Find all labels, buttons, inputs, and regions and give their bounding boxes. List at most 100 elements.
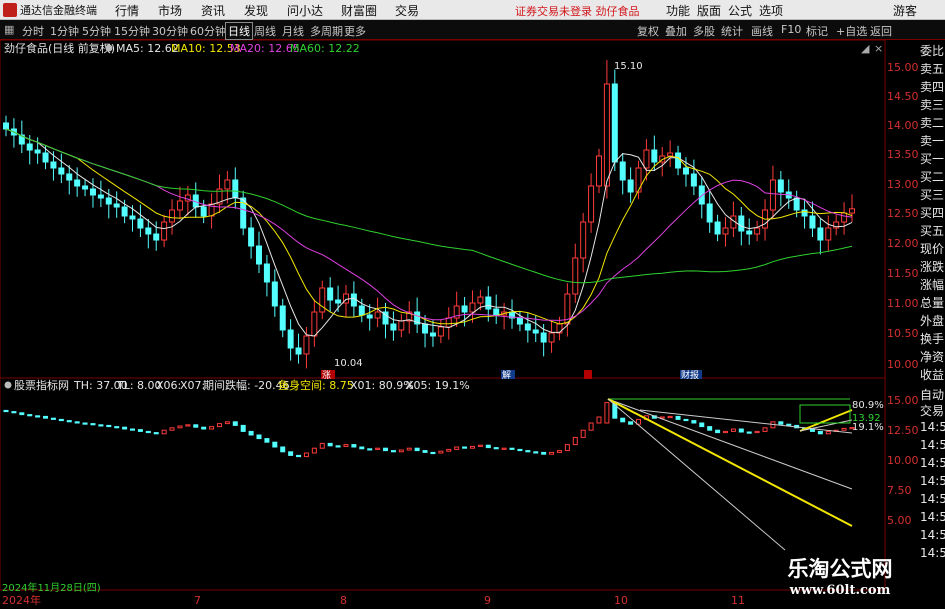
sub-candle [786, 423, 792, 426]
tool-adjust[interactable]: 复权 [637, 23, 659, 39]
candle-body [366, 314, 373, 319]
menu-ask[interactable]: 问小达 [287, 2, 323, 19]
candle-body [469, 302, 476, 313]
candle-body [311, 311, 318, 337]
candle-body [398, 320, 405, 331]
candle-body [232, 179, 239, 199]
menu-quotes[interactable]: 行情 [115, 2, 139, 19]
ma5-label: MA5: 12.62 [116, 42, 179, 55]
candle-body [66, 173, 73, 181]
side-buy4[interactable]: 买四 [920, 204, 945, 222]
grid-icon[interactable]: ▦ [4, 23, 14, 36]
sub-candle [58, 418, 64, 422]
candle-body [793, 197, 800, 211]
collapse-icon[interactable]: ◢ [861, 42, 870, 55]
event-marker-label: 解 [502, 369, 511, 381]
side-pct[interactable]: 涨幅 [920, 276, 945, 294]
sub-candle [715, 429, 721, 434]
side-sell5[interactable]: 卖五 [920, 60, 945, 78]
sub-candle [296, 454, 302, 458]
x-tick: 9 [484, 594, 491, 607]
period-5min[interactable]: 5分钟 [82, 23, 111, 39]
watermark: 乐淘公式网 www.60lt.com [745, 553, 935, 601]
side-auto[interactable]: 自动 [920, 386, 944, 403]
candle-body [556, 323, 563, 334]
sub-candle [19, 412, 25, 416]
side-buy5[interactable]: 买五 [920, 222, 945, 240]
menu-news[interactable]: 资讯 [201, 2, 225, 19]
side-volume[interactable]: 总量 [920, 294, 945, 312]
y-tick: 10.00 [887, 358, 919, 371]
tool-mark[interactable]: 标记 [806, 23, 828, 39]
sub-candle [311, 447, 317, 454]
side-change[interactable]: 涨跌 [920, 258, 945, 276]
side-buy1[interactable]: 买一 [920, 150, 945, 168]
period-tick[interactable]: 分时 [22, 23, 44, 39]
side-earnings[interactable]: 收益 [920, 366, 945, 384]
sub-candle [351, 444, 357, 448]
side-netasset[interactable]: 净资 [920, 348, 945, 366]
period-more[interactable]: 更多 [344, 23, 366, 39]
period-weekly[interactable]: 周线 [254, 23, 276, 39]
settings-dot-icon[interactable] [4, 381, 12, 389]
sub-candle [185, 424, 191, 427]
user-guest[interactable]: 游客 [893, 2, 917, 19]
side-trade[interactable]: 交易 [920, 402, 944, 419]
date-line: 2024年11月28日(四) [2, 581, 101, 594]
tool-stats[interactable]: 统计 [721, 23, 743, 39]
close-icon[interactable]: × [874, 42, 883, 55]
period-15min[interactable]: 15分钟 [114, 23, 150, 39]
settings-dot-icon[interactable] [105, 44, 113, 52]
side-outer[interactable]: 外盘 [920, 312, 945, 330]
menu-market[interactable]: 市场 [158, 2, 182, 19]
menu-layout[interactable]: 版面 [697, 2, 721, 19]
kline-chart[interactable]: 劲仔食品(日线 前复权) MA5: 12.62 MA10: 12.53 MA20… [0, 40, 945, 609]
side-buy3[interactable]: 买三 [920, 186, 945, 204]
menu-options[interactable]: 选项 [759, 2, 783, 19]
menu-formula[interactable]: 公式 [728, 2, 752, 19]
tool-overlay[interactable]: 叠加 [665, 23, 687, 39]
candle-body [667, 152, 674, 157]
side-sell4[interactable]: 卖四 [920, 78, 945, 96]
sub-candle [216, 423, 222, 428]
side-weibi[interactable]: 委比 [920, 42, 945, 60]
side-sell2[interactable]: 卖二 [920, 114, 945, 132]
period-30min[interactable]: 30分钟 [152, 23, 188, 39]
side-price[interactable]: 现价 [920, 240, 945, 258]
sub-candle [383, 447, 389, 452]
tool-back[interactable]: 返回 [870, 23, 892, 39]
menu-function[interactable]: 功能 [666, 2, 690, 19]
side-sell3[interactable]: 卖三 [920, 96, 945, 114]
side-buy2[interactable]: 买二 [920, 168, 945, 186]
param-drop: 期间跌幅: -20.46 [203, 378, 290, 392]
candle-body [200, 206, 207, 217]
side-sell1[interactable]: 卖一 [920, 132, 945, 150]
period-60min[interactable]: 60分钟 [190, 23, 226, 39]
sub-candle [43, 415, 49, 419]
candle-body [248, 227, 255, 247]
side-time: 14:50 [920, 456, 945, 470]
sub-candle [264, 438, 270, 443]
tool-draw[interactable]: 画线 [751, 23, 773, 39]
period-daily[interactable]: 日线 [225, 22, 253, 40]
candle-body [137, 218, 144, 229]
tool-multistock[interactable]: 多股 [693, 23, 715, 39]
sub-candle [201, 426, 207, 430]
period-monthly[interactable]: 月线 [282, 23, 304, 39]
period-1min[interactable]: 1分钟 [50, 23, 79, 39]
candle-body [145, 227, 152, 235]
sub-candle [722, 430, 728, 434]
candle-body [422, 323, 429, 334]
menu-trade[interactable]: 交易 [395, 2, 419, 19]
menu-wealth[interactable]: 财富圈 [341, 2, 377, 19]
tool-f10[interactable]: F10 [781, 23, 801, 36]
candle-body [493, 308, 500, 316]
login-notice[interactable]: 证券交易未登录 劲仔食品 [515, 3, 640, 19]
candle-body [26, 143, 33, 151]
period-multi[interactable]: 多周期 [310, 23, 343, 39]
menu-discover[interactable]: 发现 [244, 2, 268, 19]
event-marker[interactable] [584, 370, 592, 379]
side-turnover[interactable]: 换手 [920, 330, 945, 348]
candle-body [429, 332, 436, 337]
tool-add-watchlist[interactable]: +自选 [836, 23, 867, 39]
